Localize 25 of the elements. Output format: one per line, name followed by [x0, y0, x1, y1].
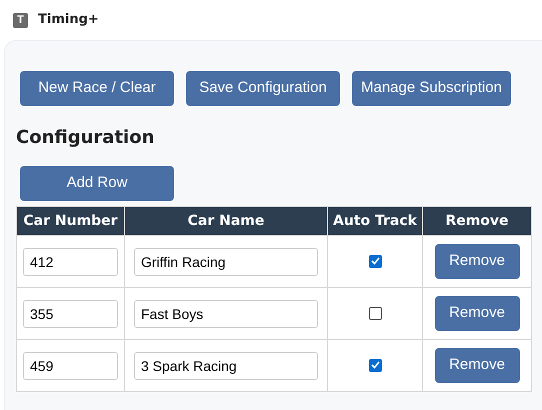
remove-button[interactable]: Remove: [434, 296, 520, 331]
column-header: Auto Track: [328, 206, 422, 236]
toolbar-button[interactable]: New Race / Clear: [20, 71, 174, 106]
check-icon: [370, 257, 380, 266]
add-row-button[interactable]: Add Row: [20, 166, 174, 201]
toolbar-button[interactable]: Manage Subscription: [352, 71, 511, 106]
column-header: Car Number: [16, 206, 124, 236]
car-number-field[interactable]: 459: [23, 352, 118, 380]
section-heading: Configuration: [16, 126, 156, 150]
auto-track-checkbox[interactable]: [368, 306, 382, 320]
car-name-field[interactable]: Fast Boys: [134, 300, 318, 328]
car-name-field[interactable]: Griffin Racing: [134, 248, 318, 276]
remove-button[interactable]: Remove: [434, 348, 520, 383]
column-header: Car Name: [124, 206, 328, 236]
car-number-field[interactable]: 355: [23, 300, 118, 328]
column-header: Remove: [422, 206, 532, 236]
app-icon: T: [13, 12, 28, 28]
car-name-field[interactable]: 3 Spark Racing: [134, 352, 318, 380]
car-number-field[interactable]: 412: [23, 248, 118, 276]
app-title: Timing+: [38, 11, 99, 30]
auto-track-checkbox[interactable]: [368, 358, 382, 372]
remove-button[interactable]: Remove: [434, 244, 520, 279]
auto-track-checkbox[interactable]: [368, 254, 382, 268]
check-icon: [370, 361, 380, 370]
toolbar-button[interactable]: Save Configuration: [186, 71, 340, 106]
